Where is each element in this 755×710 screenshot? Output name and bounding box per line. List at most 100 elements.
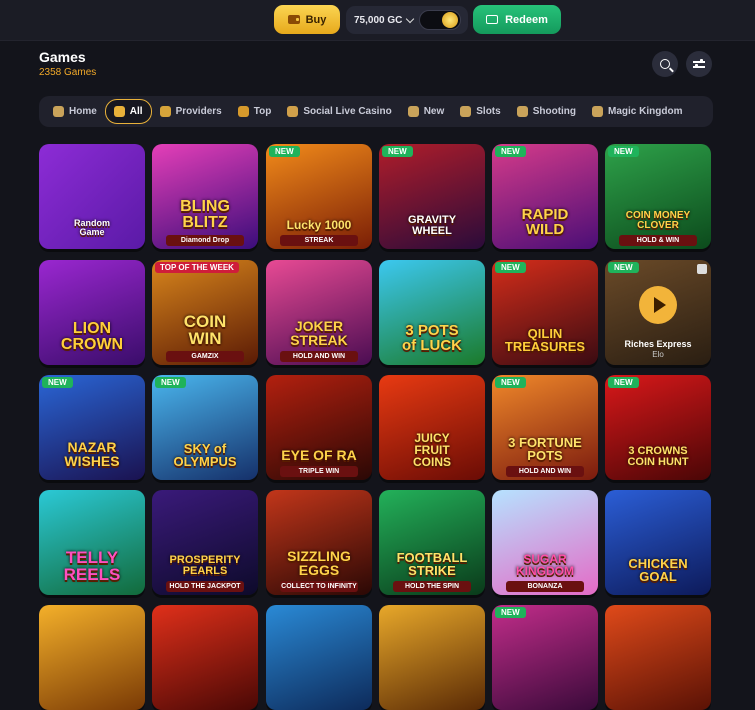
trophy-icon bbox=[237, 106, 249, 117]
tab-label: Slots bbox=[476, 106, 501, 117]
tab-label: Shooting bbox=[532, 106, 577, 117]
game-tile[interactable]: CHICKEN GOAL bbox=[605, 490, 711, 595]
game-name: COIN WIN bbox=[183, 312, 227, 348]
game-name: EYE OF RA bbox=[281, 447, 357, 463]
wallet-icon bbox=[287, 15, 300, 24]
game-name: SKY of OLYMPUS bbox=[173, 441, 237, 469]
tab-label: Top bbox=[253, 106, 272, 117]
new-badge: NEW bbox=[608, 146, 639, 157]
game-name: JUICY FRUIT COINS bbox=[412, 431, 451, 469]
game-tile[interactable]: EYE OF RA TRIPLE WIN bbox=[266, 375, 372, 480]
game-tile[interactable] bbox=[152, 605, 258, 710]
tab-slots[interactable]: Slots bbox=[452, 99, 508, 124]
game-tile[interactable] bbox=[266, 605, 372, 710]
game-tile[interactable]: SUGAR KINGDOM BONANZA bbox=[492, 490, 598, 595]
currency-toggle[interactable] bbox=[419, 10, 461, 30]
game-subtitle: TRIPLE WIN bbox=[280, 466, 358, 477]
new-badge: NEW bbox=[495, 146, 526, 157]
target-icon bbox=[516, 106, 528, 117]
new-badge: NEW bbox=[269, 146, 300, 157]
tab-label: Home bbox=[69, 106, 97, 117]
redeem-button[interactable]: Redeem bbox=[473, 5, 561, 34]
tab-new[interactable]: New bbox=[400, 99, 453, 124]
game-tile[interactable]: NEW 3 CROWNS COIN HUNT bbox=[605, 375, 711, 480]
game-tile[interactable]: FOOTBALL STRIKE HOLD THE SPIN bbox=[379, 490, 485, 595]
search-button[interactable] bbox=[652, 51, 678, 77]
wand-icon bbox=[592, 106, 604, 117]
currency-value: 75,000 GC bbox=[354, 14, 403, 26]
game-provider: Elo bbox=[652, 350, 664, 359]
play-icon[interactable] bbox=[639, 286, 677, 324]
tab-label: Providers bbox=[175, 106, 222, 117]
game-name: FOOTBALL STRIKE bbox=[396, 550, 468, 578]
tab-all[interactable]: All bbox=[104, 99, 152, 124]
game-name: JOKER STREAK bbox=[290, 318, 348, 348]
game-tile[interactable]: PROSPERITY PEARLS HOLD THE JACKPOT bbox=[152, 490, 258, 595]
tab-shooting[interactable]: Shooting bbox=[509, 99, 584, 124]
game-tile[interactable]: NEW 3 FORTUNE POTS HOLD AND WIN bbox=[492, 375, 598, 480]
game-tile[interactable]: LION CROWN bbox=[39, 260, 145, 365]
tab-providers[interactable]: Providers bbox=[152, 99, 230, 124]
game-name: QILIN TREASURES bbox=[504, 326, 586, 354]
tab-label: Social Live Casino bbox=[303, 106, 392, 117]
game-tile[interactable]: NEW GRAVITY WHEEL bbox=[379, 144, 485, 249]
game-subtitle: HOLD THE JACKPOT bbox=[166, 581, 244, 592]
game-tile[interactable]: TOP OF THE WEEK COIN WIN GAMZIX bbox=[152, 260, 258, 365]
tab-home[interactable]: Home bbox=[45, 99, 105, 124]
game-name: SIZZLING EGGS bbox=[287, 548, 351, 578]
game-subtitle: GAMZIX bbox=[166, 351, 244, 362]
thumbs-up-icon[interactable] bbox=[697, 264, 707, 274]
game-tile[interactable] bbox=[605, 605, 711, 710]
game-tile[interactable]: NEW QILIN TREASURES bbox=[492, 260, 598, 365]
new-badge: NEW bbox=[495, 607, 526, 618]
cube-icon bbox=[287, 106, 299, 117]
game-name: SUGAR KINGDOM bbox=[516, 552, 574, 578]
game-tile[interactable]: NEW SKY of OLYMPUS bbox=[152, 375, 258, 480]
game-name: Random Game bbox=[74, 218, 110, 237]
game-tile[interactable]: SIZZLING EGGS COLLECT TO INFINITY bbox=[266, 490, 372, 595]
game-name: Riches Express bbox=[624, 339, 692, 349]
new-badge: NEW bbox=[495, 377, 526, 388]
game-tile[interactable]: NEW Lucky 1000 STREAK bbox=[266, 144, 372, 249]
tab-label: New bbox=[423, 106, 445, 117]
game-tile[interactable]: NEW RAPID WILD bbox=[492, 144, 598, 249]
buy-button[interactable]: Buy bbox=[274, 5, 340, 34]
new-badge: NEW bbox=[42, 377, 73, 388]
game-name: RAPID WILD bbox=[521, 206, 569, 238]
game-tile[interactable]: BLING BLITZ Diamond Drop bbox=[152, 144, 258, 249]
tab-top[interactable]: Top bbox=[230, 99, 280, 124]
new-badge: NEW bbox=[382, 146, 413, 157]
game-tile[interactable]: TELLY REELS bbox=[39, 490, 145, 595]
new-badge: NEW bbox=[608, 377, 639, 388]
search-icon bbox=[660, 59, 670, 69]
buy-label: Buy bbox=[305, 13, 327, 26]
game-subtitle: Diamond Drop bbox=[166, 235, 244, 246]
game-tile[interactable] bbox=[39, 605, 145, 710]
game-tile[interactable]: JUICY FRUIT COINS bbox=[379, 375, 485, 480]
games-count: 2358 Games bbox=[39, 67, 97, 78]
game-tile[interactable]: NEW bbox=[492, 605, 598, 710]
top-bar: Buy 75,000 GC Redeem bbox=[0, 0, 755, 41]
category-tabs: Home All Providers Top Social Live Casino New… bbox=[39, 96, 713, 127]
game-tile[interactable]: JOKER STREAK HOLD AND WIN bbox=[266, 260, 372, 365]
game-tile[interactable]: NEW COIN MONEY CLOVER HOLD & WIN bbox=[605, 144, 711, 249]
game-tile[interactable]: NEW Riches Express Elo bbox=[605, 260, 711, 365]
game-tile[interactable] bbox=[379, 605, 485, 710]
new-badge: NEW bbox=[608, 262, 639, 273]
page-title: Games bbox=[39, 49, 86, 65]
tab-magic-kingdom[interactable]: Magic Kingdom bbox=[584, 99, 690, 124]
game-subtitle: STREAK bbox=[280, 235, 358, 246]
game-tile[interactable]: Random Game bbox=[39, 144, 145, 249]
game-name: TELLY REELS bbox=[63, 548, 121, 584]
filter-button[interactable] bbox=[686, 51, 712, 77]
tab-social-live-casino[interactable]: Social Live Casino bbox=[279, 99, 399, 124]
game-name: 3 FORTUNE POTS bbox=[508, 435, 582, 463]
game-tile[interactable]: NEW NAZAR WISHES bbox=[39, 375, 145, 480]
card-icon bbox=[486, 15, 499, 24]
game-name: NAZAR WISHES bbox=[64, 439, 120, 469]
game-name: COIN MONEY CLOVER bbox=[625, 210, 691, 231]
game-tile[interactable]: 3 POTS of LUCK bbox=[379, 260, 485, 365]
coin-icon bbox=[442, 12, 458, 28]
game-subtitle: HOLD AND WIN bbox=[280, 351, 358, 362]
game-subtitle: COLLECT TO INFINITY bbox=[280, 581, 358, 592]
